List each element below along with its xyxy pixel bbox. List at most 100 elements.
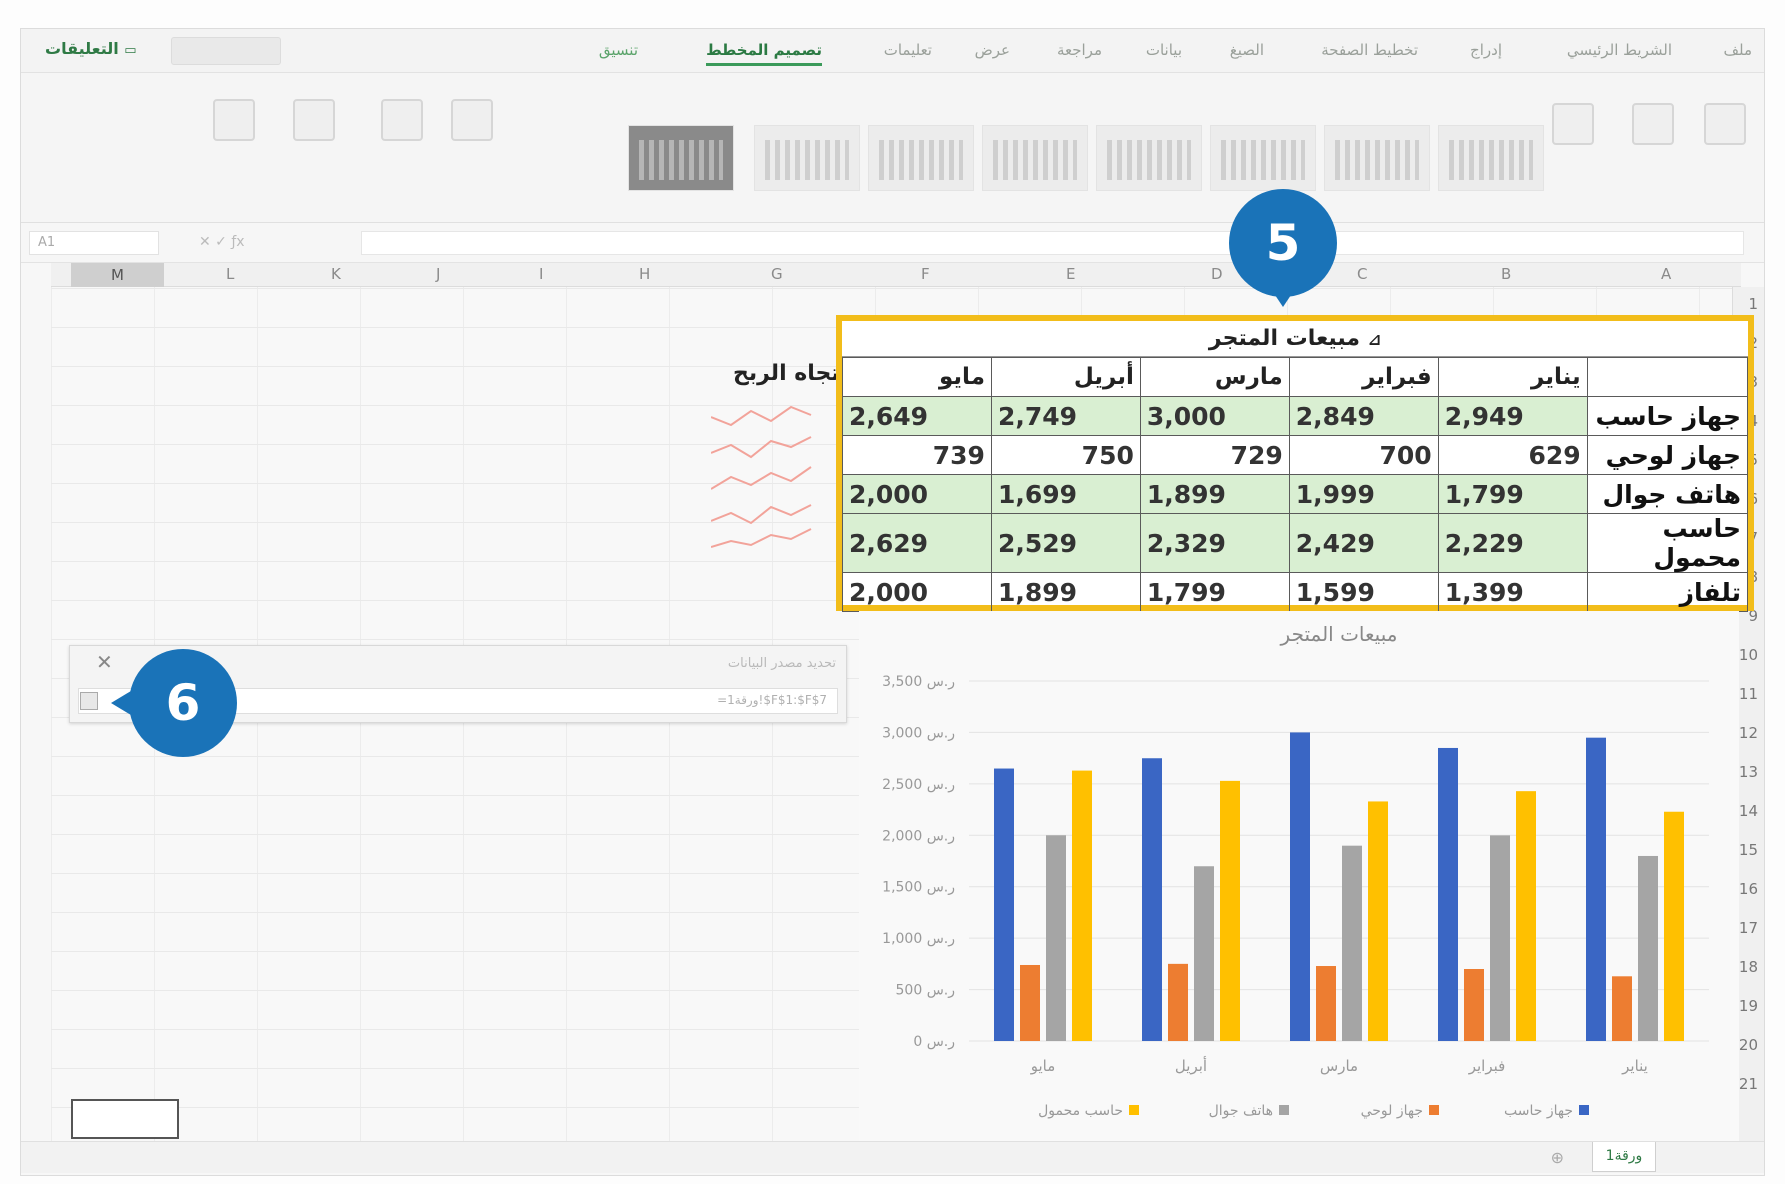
chart-style-4[interactable] xyxy=(982,125,1088,191)
sheet-tab[interactable]: ورقة1 xyxy=(1592,1142,1656,1172)
tab-chart-design[interactable]: تصميم المخطط xyxy=(706,41,822,66)
data-cell[interactable]: 1,799 xyxy=(1437,474,1588,514)
row-label[interactable]: حاسب محمول xyxy=(1586,513,1749,573)
chart-style-1[interactable] xyxy=(628,125,734,191)
column-header-c[interactable]: C xyxy=(1357,265,1367,283)
chart-style-6[interactable] xyxy=(1210,125,1316,191)
change-chart-type-icon[interactable] xyxy=(293,99,335,141)
tab-page-layout[interactable]: تخطيط الصفحة xyxy=(1321,41,1418,59)
row-header-20[interactable]: 20 xyxy=(1739,1036,1758,1054)
month-header[interactable]: مارس xyxy=(1139,357,1290,397)
data-cell[interactable]: 1,999 xyxy=(1288,474,1439,514)
tab-file[interactable]: ملف xyxy=(1723,41,1752,59)
column-header-j[interactable]: J xyxy=(436,265,440,283)
data-cell[interactable]: 750 xyxy=(990,435,1141,475)
row-header-19[interactable]: 19 xyxy=(1739,997,1758,1015)
column-header-i[interactable]: I xyxy=(539,265,543,283)
column-header-f[interactable]: F xyxy=(921,265,930,283)
data-cell[interactable]: 3,000 xyxy=(1139,396,1290,436)
add-chart-element-icon[interactable] xyxy=(1704,103,1746,145)
row-label[interactable]: جهاز حاسب xyxy=(1586,396,1749,436)
row-header-18[interactable]: 18 xyxy=(1739,958,1758,976)
y-tick-label: 3,000 ر.س xyxy=(882,725,955,741)
comments-button[interactable]: التعليقات ▭ xyxy=(45,39,137,58)
chart-style-2[interactable] xyxy=(754,125,860,191)
data-cell[interactable]: 2,329 xyxy=(1139,513,1290,573)
column-header-d[interactable]: D xyxy=(1211,265,1223,283)
row-header-21[interactable]: 21 xyxy=(1739,1075,1758,1093)
data-cell[interactable]: 2,749 xyxy=(990,396,1141,436)
row-header-11[interactable]: 11 xyxy=(1739,685,1758,703)
tab-data[interactable]: بيانات xyxy=(1146,41,1182,59)
tab-view[interactable]: عرض xyxy=(975,41,1010,59)
expand-dialog-button[interactable] xyxy=(80,692,98,710)
move-chart-icon[interactable] xyxy=(213,99,255,141)
data-cell[interactable]: 1,399 xyxy=(1437,572,1588,612)
change-colors-icon[interactable] xyxy=(1552,103,1594,145)
selected-cell[interactable] xyxy=(71,1099,179,1139)
sales-chart[interactable]: مبيعات المتجر 0 ر.س 500 ر.س 1,000 ر.س 1,500 … xyxy=(859,611,1739,1141)
row-header-12[interactable]: 12 xyxy=(1739,724,1758,742)
data-cell[interactable]: 2,229 xyxy=(1437,513,1588,573)
data-cell[interactable]: 739 xyxy=(842,435,992,475)
tab-format[interactable]: تنسيق xyxy=(599,41,638,59)
name-box[interactable]: A1 xyxy=(29,231,159,255)
column-header-k[interactable]: K xyxy=(331,265,341,283)
row-label[interactable]: تلفاز xyxy=(1586,572,1749,612)
data-cell[interactable]: 1,599 xyxy=(1288,572,1439,612)
column-header-e[interactable]: E xyxy=(1066,265,1075,283)
month-header[interactable]: فبراير xyxy=(1288,357,1439,397)
data-cell[interactable]: 700 xyxy=(1288,435,1439,475)
add-sheet-icon[interactable]: ⊕ xyxy=(1551,1148,1564,1167)
month-header[interactable]: يناير xyxy=(1437,357,1588,397)
data-cell[interactable]: 729 xyxy=(1139,435,1290,475)
chart-style-8[interactable] xyxy=(1438,125,1544,191)
table-corner-cell[interactable] xyxy=(1586,357,1749,397)
tab-insert[interactable]: إدراج xyxy=(1470,41,1502,59)
tab-formulas[interactable]: الصيغ xyxy=(1230,41,1264,59)
formula-input[interactable] xyxy=(361,231,1744,255)
tab-help[interactable]: تعليمات xyxy=(884,41,932,59)
column-header-h[interactable]: H xyxy=(639,265,650,283)
column-header-a[interactable]: A xyxy=(1661,265,1671,283)
row-header-14[interactable]: 14 xyxy=(1739,802,1758,820)
data-cell[interactable]: 1,699 xyxy=(990,474,1141,514)
close-icon[interactable]: ✕ xyxy=(96,650,113,674)
column-header-l[interactable]: L xyxy=(226,265,234,283)
row-header-1[interactable]: 1 xyxy=(1748,295,1758,313)
chart-style-7[interactable] xyxy=(1324,125,1430,191)
tab-review[interactable]: مراجعة xyxy=(1057,41,1102,59)
column-header-g[interactable]: G xyxy=(771,265,783,283)
data-cell[interactable]: 2,000 xyxy=(842,572,992,612)
row-header-10[interactable]: 10 xyxy=(1739,646,1758,664)
quick-layout-icon[interactable] xyxy=(1632,103,1674,145)
data-cell[interactable]: 2,849 xyxy=(1288,396,1439,436)
chart-style-3[interactable] xyxy=(868,125,974,191)
switch-row-column-icon[interactable] xyxy=(381,99,423,141)
data-cell[interactable]: 1,899 xyxy=(990,572,1141,612)
data-cell[interactable]: 2,629 xyxy=(842,513,992,573)
row-header-16[interactable]: 16 xyxy=(1739,880,1758,898)
data-cell[interactable]: 629 xyxy=(1437,435,1588,475)
select-data-icon[interactable] xyxy=(451,99,493,141)
chart-style-5[interactable] xyxy=(1096,125,1202,191)
data-cell[interactable]: 1,799 xyxy=(1139,572,1290,612)
column-header-m[interactable]: M xyxy=(71,263,164,287)
data-cell[interactable]: 2,529 xyxy=(990,513,1141,573)
row-header-17[interactable]: 17 xyxy=(1739,919,1758,937)
tab-home[interactable]: الشريط الرئيسي xyxy=(1567,41,1672,59)
data-cell[interactable]: 2,000 xyxy=(842,474,992,514)
row-label[interactable]: جهاز لوحي xyxy=(1586,435,1749,475)
share-button[interactable] xyxy=(171,37,281,65)
fx-icon[interactable]: ✕ ✓ ƒx xyxy=(189,231,359,255)
row-header-15[interactable]: 15 xyxy=(1739,841,1758,859)
row-label[interactable]: هاتف جوال xyxy=(1586,474,1749,514)
data-cell[interactable]: 2,649 xyxy=(842,396,992,436)
month-header[interactable]: مايو xyxy=(842,357,992,397)
row-header-13[interactable]: 13 xyxy=(1739,763,1758,781)
data-cell[interactable]: 1,899 xyxy=(1139,474,1290,514)
data-cell[interactable]: 2,949 xyxy=(1437,396,1588,436)
column-header-b[interactable]: B xyxy=(1501,265,1511,283)
data-cell[interactable]: 2,429 xyxy=(1288,513,1439,573)
month-header[interactable]: أبريل xyxy=(990,357,1141,397)
